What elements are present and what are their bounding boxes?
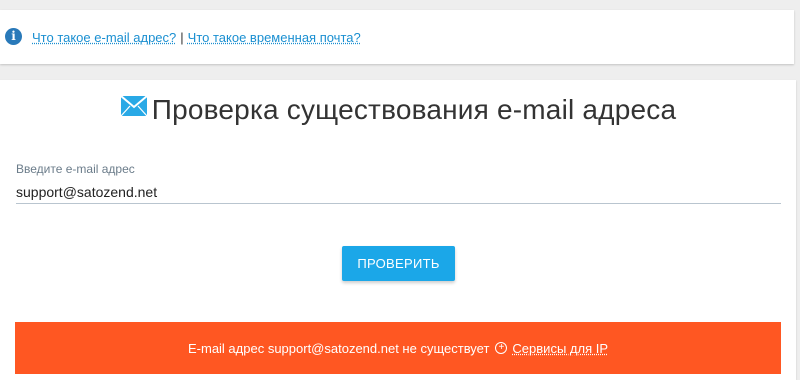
- result-message: E-mail адрес support@satozend.net не сущ…: [187, 340, 490, 356]
- info-bar: i Что такое e-mail адрес? | Что такое вр…: [0, 10, 794, 64]
- ip-services-link[interactable]: Сервисы для IP: [512, 341, 608, 356]
- envelope-check-icon: [120, 94, 148, 122]
- link-separator: |: [180, 29, 184, 45]
- email-input[interactable]: [16, 180, 781, 204]
- result-banner: E-mail адрес support@satozend.net не сущ…: [15, 322, 781, 374]
- check-button[interactable]: ПРОВЕРИТЬ: [342, 246, 455, 281]
- plus-circle-icon: +: [495, 342, 508, 354]
- email-field-label: Введите e-mail адрес: [16, 162, 135, 176]
- info-icon: i: [5, 27, 22, 45]
- what-is-email-link[interactable]: Что такое e-mail адрес?: [32, 30, 176, 45]
- title-row: Проверка существования e-mail адреса: [0, 94, 796, 126]
- what-is-temp-mail-link[interactable]: Что такое временная почта?: [188, 30, 361, 45]
- page-title: Проверка существования e-mail адреса: [151, 94, 677, 125]
- email-check-card: Проверка существования e-mail адреса Вве…: [0, 80, 796, 380]
